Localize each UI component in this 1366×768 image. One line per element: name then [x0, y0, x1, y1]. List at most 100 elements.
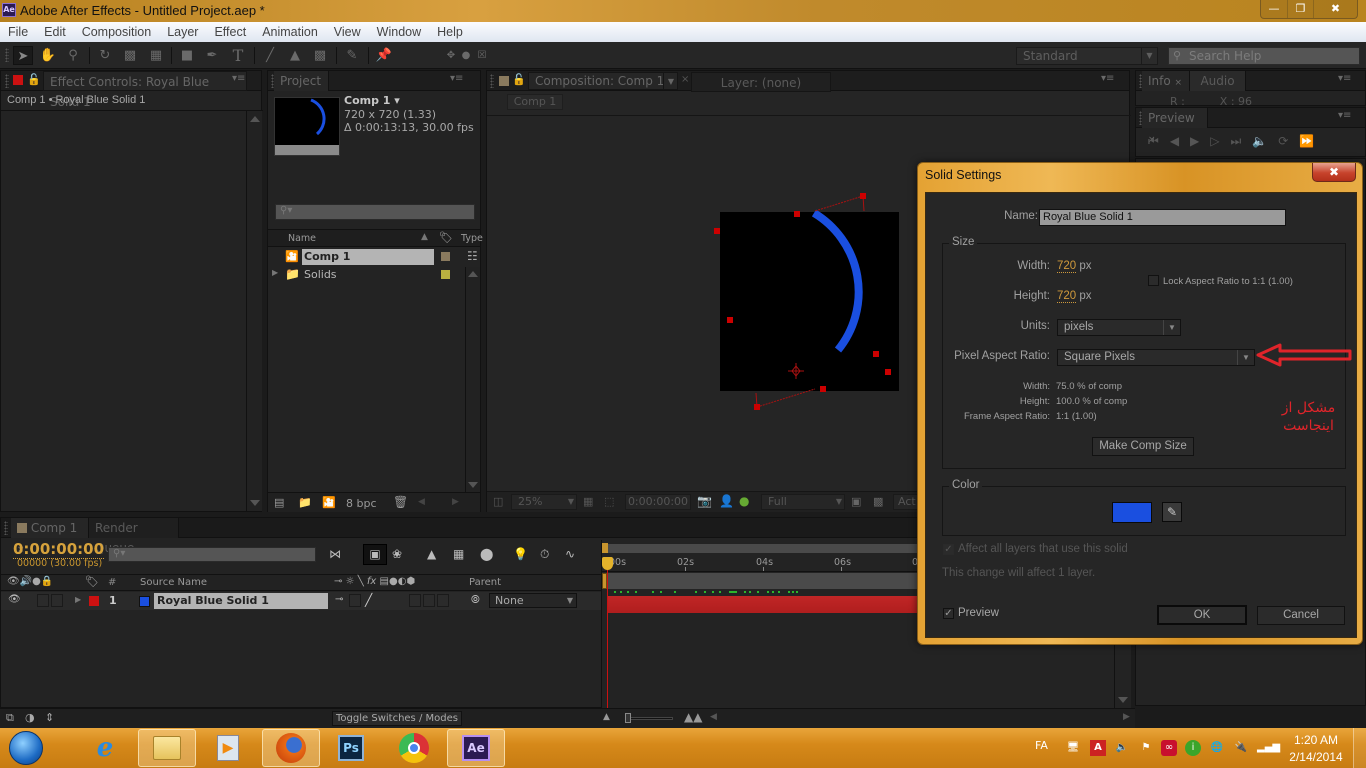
selection-tool-icon[interactable]: ➤ [13, 46, 33, 65]
dialog-close-button[interactable]: ✖ [1312, 163, 1356, 182]
comp-name[interactable]: Comp 1 ▾ [344, 94, 400, 107]
close-button[interactable]: ✖ [1313, 0, 1357, 18]
tab-info[interactable]: Info × [1142, 71, 1190, 91]
panel-menu-icon[interactable]: ▾≡ [1338, 73, 1351, 84]
panel-menu-icon[interactable]: ▾≡ [1101, 73, 1114, 84]
units-select[interactable]: pixels ▼ [1057, 319, 1181, 336]
power-plug-icon[interactable]: 🔌 [1233, 740, 1249, 756]
sort-ascending-icon[interactable]: ▲ [421, 232, 428, 242]
scroll-right-icon[interactable]: ▶ [452, 497, 459, 507]
handle[interactable] [820, 386, 826, 392]
text-tool-icon[interactable]: T [228, 46, 248, 65]
handle[interactable] [860, 193, 866, 199]
magnification-select[interactable]: 25% ▼ [511, 494, 577, 510]
layer-row[interactable]: 👁 ▶ 1 Royal Blue Solid 1 ⊸ ╱ ⦾ None ▼ [1, 592, 601, 610]
rotation-tool-icon[interactable]: ↻ [95, 46, 115, 65]
height-value[interactable]: 720 px [1057, 290, 1092, 303]
scroll-left-icon[interactable]: ◀ [710, 712, 717, 722]
action-center-flag-icon[interactable]: ⚑ [1138, 740, 1154, 756]
taskbar-after-effects[interactable]: Ae [447, 729, 505, 767]
menu-layer[interactable]: Layer [159, 25, 206, 39]
layer-switches-toggle-icon[interactable]: ⧉ [6, 711, 14, 725]
rectangle-tool-icon[interactable]: ■ [177, 46, 197, 65]
last-frame-icon[interactable]: ⏭ [1231, 134, 1242, 149]
width-number[interactable]: 720 [1057, 260, 1077, 273]
lock-aspect-label[interactable]: Lock Aspect Ratio to 1:1 (1.00) [1163, 276, 1293, 287]
column-name[interactable]: Name [288, 233, 316, 244]
system-clock[interactable]: 1:20 AM 2/14/2014 [1284, 732, 1348, 766]
in-out-toggle-icon[interactable]: ⇕ [45, 711, 54, 724]
expand-arrow-icon[interactable]: ▶ [75, 595, 81, 604]
tab-comp-1[interactable]: Comp 1 × [11, 518, 89, 555]
menu-window[interactable]: Window [369, 25, 429, 39]
menu-animation[interactable]: Animation [254, 25, 326, 39]
channel-icon[interactable]: ● [739, 494, 749, 508]
stopwatch-icon[interactable]: ⏱ [540, 547, 549, 562]
view-axis-icon[interactable]: ☒ [472, 46, 492, 65]
signal-strength-icon[interactable]: ▂▄▆ [1257, 740, 1280, 756]
layer-search-input[interactable]: ⚲▾ [108, 547, 316, 562]
new-composition-icon[interactable]: 🎦 [322, 496, 336, 509]
zoom-in-icon[interactable]: ▲▲ [684, 710, 702, 724]
flowchart-icon[interactable]: ☷ [467, 249, 478, 263]
tab-composition[interactable]: Composition: Comp 1 ▼ [528, 72, 678, 90]
playhead-handle[interactable] [602, 557, 613, 570]
preview-label[interactable]: Preview [958, 607, 999, 619]
preview-checkbox[interactable]: ✓ [943, 608, 954, 619]
label-color[interactable] [441, 252, 450, 261]
lock-icon[interactable]: 🔓 [512, 73, 526, 86]
menu-file[interactable]: File [0, 25, 36, 39]
work-area-start-handle[interactable] [602, 543, 608, 553]
clone-stamp-tool-icon[interactable]: ▲ [285, 46, 305, 65]
zoom-out-icon[interactable]: ▲ [603, 712, 610, 722]
height-number[interactable]: 720 [1057, 290, 1077, 303]
tab-audio[interactable]: Audio [1190, 71, 1246, 91]
restore-button[interactable]: ❐ [1287, 0, 1313, 18]
collapse-switch[interactable] [349, 594, 361, 607]
menu-view[interactable]: View [326, 25, 369, 39]
cancel-button[interactable]: Cancel [1257, 606, 1345, 625]
show-desktop-button[interactable] [1353, 728, 1366, 768]
eyedropper-icon[interactable]: ✎ [1162, 502, 1182, 522]
adobe-updater-icon[interactable]: A [1090, 740, 1106, 756]
taskbar-media-player[interactable]: ▶ [199, 729, 257, 767]
project-item-comp[interactable]: 🎦 Comp 1 [268, 248, 465, 266]
workspace-select[interactable]: Standard ▼ [1016, 47, 1158, 65]
layer-transform-overlay[interactable] [707, 181, 917, 421]
graph-editor-icon[interactable]: ∿ [565, 547, 575, 561]
motion-blur-switch[interactable] [409, 594, 421, 607]
handle[interactable] [873, 351, 879, 357]
pixel-aspect-ratio-select[interactable]: Square Pixels ▼ [1057, 349, 1255, 366]
panel-menu-icon[interactable]: ▾≡ [1338, 110, 1351, 121]
grip-handle[interactable] [5, 48, 9, 62]
column-type[interactable]: Type [461, 233, 483, 244]
transparency-grid-icon[interactable]: ▩ [873, 495, 883, 508]
timeline-zoom-slider[interactable] [625, 713, 673, 723]
tab-preview[interactable]: Preview × [1142, 108, 1208, 145]
project-item-solids[interactable]: ▶ 📁 Solids [268, 266, 465, 284]
handle[interactable] [727, 317, 733, 323]
download-manager-icon[interactable]: 🌐 [1209, 740, 1225, 756]
visibility-eye-icon[interactable]: 👁 [8, 594, 21, 605]
quality-switch-icon[interactable]: ╱ [365, 593, 372, 607]
brush-tool-icon[interactable]: ╱ [260, 46, 280, 65]
always-preview-icon[interactable]: ◫ [493, 495, 503, 508]
start-button[interactable] [1, 729, 51, 767]
volume-icon[interactable]: 🔈 [1114, 740, 1130, 756]
project-search-input[interactable]: ⚲▾ [275, 204, 475, 220]
eraser-tool-icon[interactable]: ▩ [310, 46, 330, 65]
menu-edit[interactable]: Edit [36, 25, 74, 39]
previous-frame-icon[interactable]: ◀ [1170, 134, 1179, 149]
taskbar-internet-explorer[interactable]: e [76, 729, 134, 767]
toggle-switches-modes-button[interactable]: Toggle Switches / Modes [332, 711, 462, 726]
close-tab-icon[interactable]: × [681, 74, 689, 85]
close-tab-icon[interactable]: × [1175, 78, 1183, 88]
language-indicator[interactable]: FA [1035, 739, 1048, 752]
draft-3d-icon[interactable]: ▣ [363, 544, 387, 565]
scrollbar[interactable] [465, 267, 480, 492]
chevron-down-icon[interactable]: ▼ [662, 73, 674, 90]
layer-source-name[interactable]: Royal Blue Solid 1 [154, 593, 328, 609]
mask-visibility-icon[interactable]: ⬚ [604, 495, 614, 508]
current-time[interactable]: 0:00:00:00 [13, 540, 105, 559]
3d-switch[interactable] [437, 594, 449, 607]
